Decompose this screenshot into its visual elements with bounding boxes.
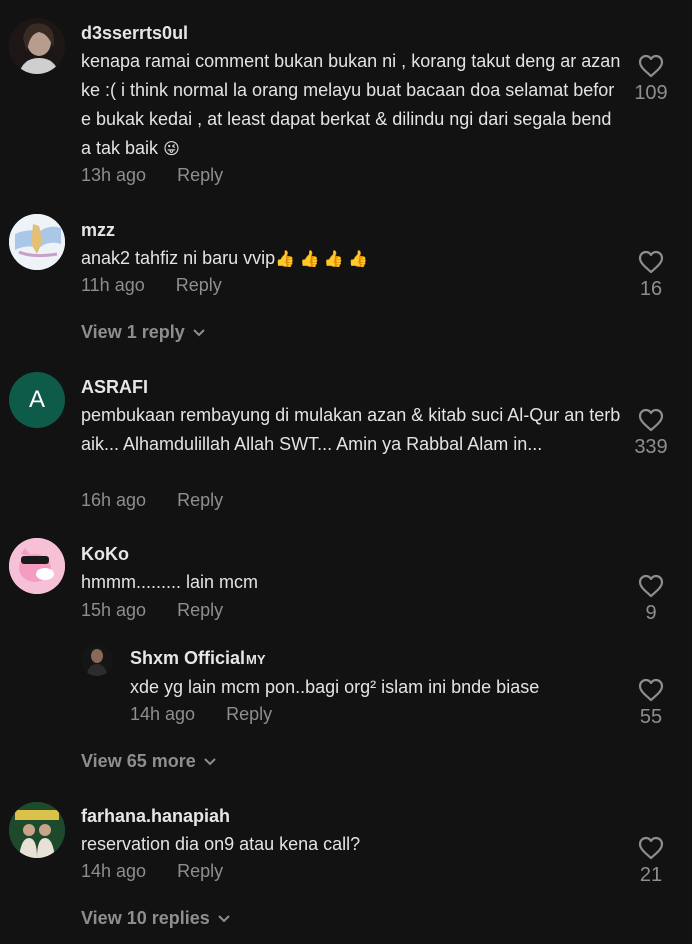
like-button[interactable]: 21 <box>621 836 681 887</box>
view-replies-label: View 65 more <box>81 751 196 771</box>
like-button[interactable]: 9 <box>621 574 681 625</box>
reply-body: xde yg lain mcm pon..bagi org² islam ini… <box>130 677 540 697</box>
avatar-couple-icon <box>9 802 65 858</box>
emoji-face-icon: 😜 <box>163 141 180 158</box>
reply-meta: 14h ago Reply <box>130 704 272 725</box>
comment-body: pembukaan rembayung di mulakan azan & ki… <box>81 405 621 454</box>
like-count: 21 <box>639 864 663 886</box>
comment-item: A ASRAFI pembukaan rembayung di mulakan … <box>0 360 692 530</box>
chevron-down-icon <box>218 915 230 923</box>
comment-username[interactable]: KoKo <box>81 544 129 565</box>
comment-time: 14h ago <box>81 861 147 881</box>
like-button[interactable]: 339 <box>621 408 681 459</box>
heart-icon <box>638 574 664 598</box>
avatar-photo-icon <box>9 18 65 74</box>
comment-username[interactable]: farhana.hanapiah <box>81 806 230 827</box>
reply-username[interactable]: Shxm OfficialMY <box>130 648 266 669</box>
comment-meta: 11h ago Reply <box>81 275 222 296</box>
comment-meta: 16h ago Reply <box>81 490 223 511</box>
comment-time: 11h ago <box>81 275 145 295</box>
comment-username[interactable]: d3sserrts0ul <box>81 23 188 44</box>
comment-item: farhana.hanapiah reservation dia on9 ata… <box>0 790 692 944</box>
heart-icon <box>638 54 664 78</box>
like-count: 339 <box>634 436 668 458</box>
avatar[interactable] <box>9 214 65 270</box>
comment-text: anak2 tahfiz ni baru vvip👍 👍 👍 👍 <box>81 244 621 274</box>
view-replies-label: View 10 replies <box>81 908 210 928</box>
comment-meta: 14h ago Reply <box>81 861 223 882</box>
comment-text: kenapa ramai comment bukan bukan ni , ko… <box>81 47 621 164</box>
reply-button[interactable]: Reply <box>177 165 223 185</box>
reply-button[interactable]: Reply <box>226 704 272 724</box>
reply-time: 14h ago <box>130 704 196 724</box>
chevron-down-icon <box>204 758 216 766</box>
comment-body: hmmm......... lain mcm <box>81 572 259 592</box>
view-replies-label: View 1 reply <box>81 322 185 342</box>
comment-body: kenapa ramai comment bukan bukan ni , ko… <box>81 51 621 158</box>
heart-icon <box>638 678 664 702</box>
like-button[interactable]: 16 <box>621 250 681 301</box>
reply-button[interactable]: Reply <box>176 275 222 295</box>
heart-icon <box>638 836 664 860</box>
reply-button[interactable]: Reply <box>177 490 223 510</box>
comment-item: mzz anak2 tahfiz ni baru vvip👍 👍 👍 👍 11h… <box>0 200 692 360</box>
comment-text: pembukaan rembayung di mulakan azan & ki… <box>81 401 621 459</box>
heart-icon <box>638 250 664 274</box>
like-button[interactable]: 109 <box>621 54 681 105</box>
avatar[interactable] <box>9 18 65 74</box>
avatar[interactable] <box>9 802 65 858</box>
comment-meta: 13h ago Reply <box>81 165 223 186</box>
reply-username-text: Shxm Official <box>130 648 246 668</box>
like-count: 16 <box>639 278 663 300</box>
reply-button[interactable]: Reply <box>177 600 223 620</box>
comment-username[interactable]: ASRAFI <box>81 377 148 398</box>
avatar[interactable] <box>9 538 65 594</box>
comment-time: 13h ago <box>81 165 147 185</box>
like-count: 109 <box>634 82 668 104</box>
view-replies-button[interactable]: View 1 reply <box>81 322 205 343</box>
avatar[interactable]: A <box>9 372 65 428</box>
avatar[interactable] <box>81 644 113 676</box>
comment-text: hmmm......... lain mcm <box>81 568 621 597</box>
country-badge: MY <box>246 652 266 667</box>
reply-button[interactable]: Reply <box>177 861 223 881</box>
comment-meta: 15h ago Reply <box>81 600 223 621</box>
like-count: 9 <box>645 602 657 624</box>
comment-username[interactable]: mzz <box>81 220 115 241</box>
like-count: 55 <box>639 706 663 728</box>
comment-time: 16h ago <box>81 490 147 510</box>
avatar-pink-panther-icon <box>9 538 65 594</box>
avatar-person-icon <box>81 644 113 676</box>
thumbs-up-icon: 👍 👍 👍 👍 <box>275 251 369 268</box>
avatar-map-icon <box>9 214 65 270</box>
heart-icon <box>638 408 664 432</box>
comment-body: anak2 tahfiz ni baru vvip <box>81 248 276 268</box>
comment-text: reservation dia on9 atau kena call? <box>81 830 621 859</box>
like-button[interactable]: 55 <box>621 678 681 729</box>
view-replies-button[interactable]: View 65 more <box>81 751 216 772</box>
reply-text: xde yg lain mcm pon..bagi org² islam ini… <box>130 673 620 702</box>
comment-item: KoKo hmmm......... lain mcm 15h ago Repl… <box>0 530 692 790</box>
comment-body: reservation dia on9 atau kena call? <box>81 834 361 854</box>
comment-time: 15h ago <box>81 600 147 620</box>
comment-item: d3sserrts0ul kenapa ramai comment bukan … <box>0 0 692 200</box>
chevron-down-icon <box>193 329 205 337</box>
avatar-letter: A <box>28 386 45 413</box>
view-replies-button[interactable]: View 10 replies <box>81 908 230 929</box>
